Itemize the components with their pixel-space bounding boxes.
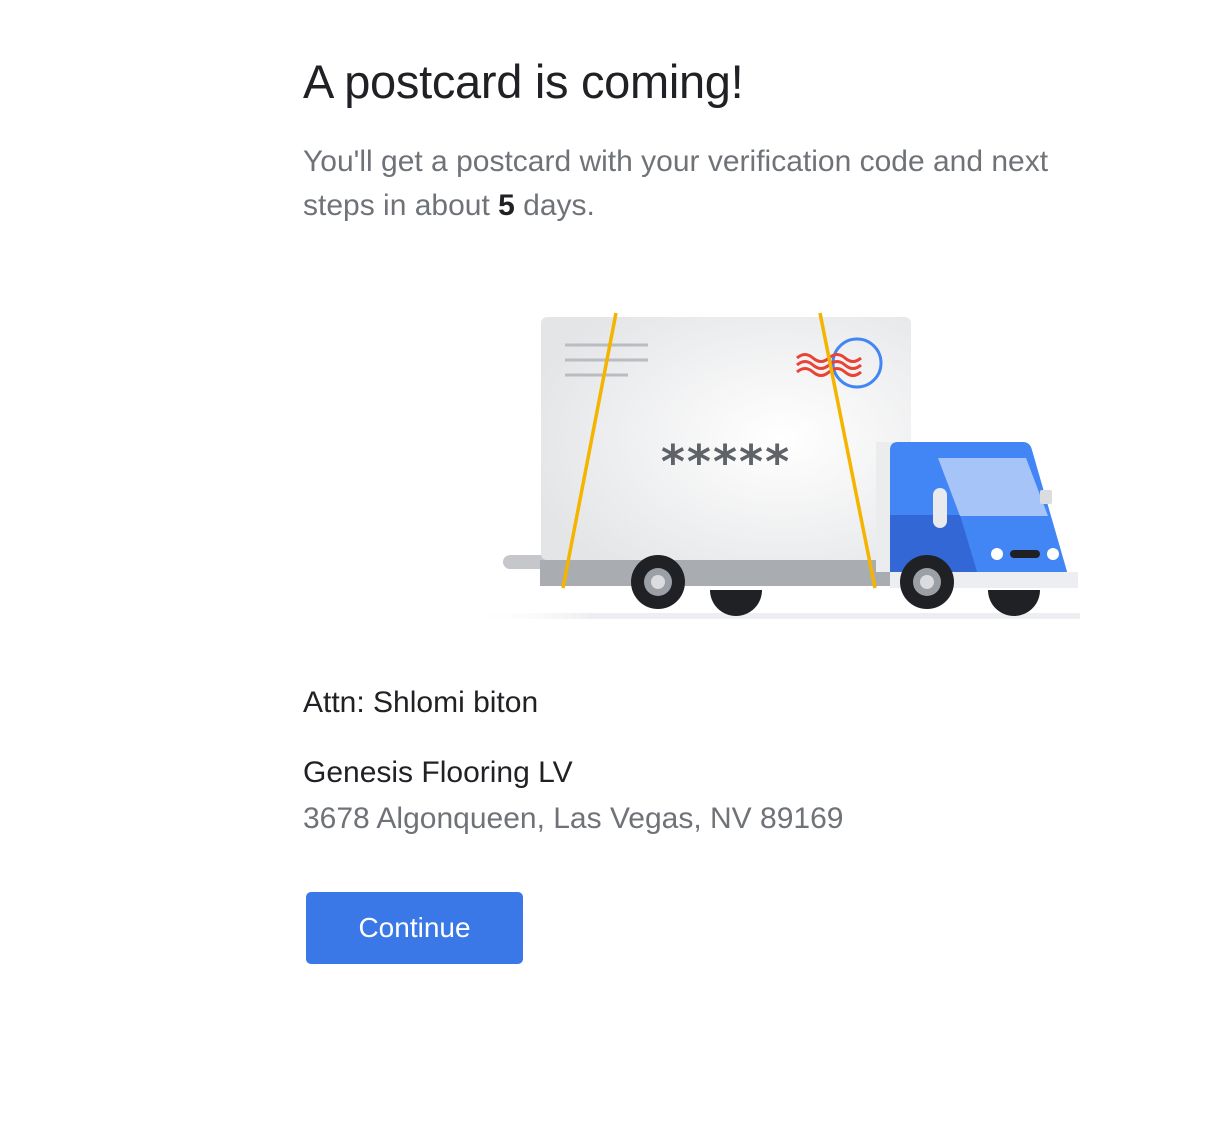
page-title: A postcard is coming! [303,55,744,108]
grille [1010,550,1040,558]
message-text-before: You'll get a postcard with your verifica… [303,145,1049,222]
days-count: 5 [498,189,515,222]
door-handle [933,488,947,528]
business-name: Genesis Flooring LV [303,756,573,789]
trailer-bed [540,560,912,586]
postcard-message: You'll get a postcard with your verifica… [303,140,1123,228]
verification-code-mask: ***** [661,435,791,489]
headlight-left [991,548,1003,560]
business-address: 3678 Algonqueen, Las Vegas, NV 89169 [303,802,844,835]
recipient-attn: Attn: Shlomi biton [303,686,539,719]
truck-illustration-svg: ***** [470,312,1080,619]
truck-postcard-illustration: ***** [470,300,1082,630]
ground-shadow [470,613,1080,619]
wheel-trailer-rear [710,590,762,616]
headlight-right [1047,548,1059,560]
wheel-cab-front [900,555,954,609]
message-text-after: days. [514,189,595,222]
side-mirror [1040,490,1052,504]
continue-button[interactable]: Continue [306,892,523,964]
wheel-cab-rear [988,590,1040,616]
wheel-trailer-front [631,555,685,609]
